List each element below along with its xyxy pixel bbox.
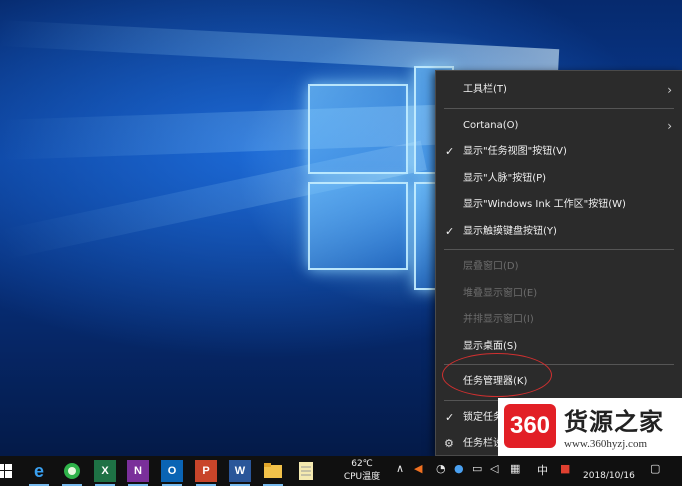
outlook-icon[interactable]: O — [161, 460, 183, 486]
windows-logo — [300, 62, 454, 292]
notification-icon[interactable]: ▢ — [650, 462, 660, 475]
powerpoint-icon[interactable]: P — [195, 460, 217, 486]
cpu-temp-value: 62℃ — [351, 459, 373, 469]
gear-icon: ⚙ — [444, 437, 454, 450]
cpu-temp-label: CPU温度 — [343, 472, 381, 482]
check-icon: ✓ — [445, 145, 455, 158]
menu-item-cortana[interactable]: Cortana(O) › — [436, 113, 682, 140]
word-icon[interactable]: W — [229, 460, 251, 486]
menu-item-cascade-windows: 层叠窗口(D) — [463, 261, 519, 272]
cpu-temperature[interactable]: 62℃ CPU温度 — [336, 458, 388, 484]
watermark-brand: 货源之家 — [564, 408, 664, 436]
menu-item-show-touch-keyboard[interactable]: ✓ 显示触摸键盘按钮(Y) — [436, 219, 682, 246]
chevron-up-icon[interactable]: ∧ — [396, 462, 404, 475]
taskbar: e X N O P W 62℃ CPU温度 ∧ ◀ ◔ ● ▭ ◁ ▦ 中 ■ … — [0, 456, 682, 486]
flag-icon[interactable]: ◀ — [414, 462, 422, 475]
logo-pane — [308, 182, 408, 270]
menu-item-show-windows-ink[interactable]: 显示"Windows Ink 工作区"按钮(W) — [436, 192, 682, 219]
check-icon: ✓ — [445, 410, 455, 424]
chevron-right-icon: › — [667, 118, 672, 133]
watermark-url: www.360hyzj.com — [564, 438, 647, 450]
light-ray — [0, 20, 560, 76]
logo-pane — [308, 84, 408, 174]
clock-date[interactable]: 2018/10/16 — [583, 471, 635, 481]
watermark-badge: 360 — [504, 404, 556, 448]
menu-item-stack-windows: 堆叠显示窗口(E) — [463, 287, 538, 299]
excel-icon[interactable]: X — [94, 460, 116, 486]
browser-360-icon[interactable] — [61, 460, 83, 486]
watermark-logo: 360 货源之家 www.360hyzj.com — [498, 398, 682, 456]
ime-indicator[interactable]: 中 — [537, 462, 548, 478]
highlight-circle — [442, 353, 552, 397]
volume-icon[interactable]: ◁ — [490, 462, 498, 475]
menu-item-side-by-side: 并排显示窗口(I) — [463, 314, 534, 325]
chevron-right-icon: › — [667, 83, 672, 97]
check-icon: ✓ — [445, 224, 455, 238]
edge-icon[interactable]: e — [28, 460, 50, 486]
security-icon[interactable]: ● — [454, 462, 464, 475]
onenote-icon[interactable]: N — [127, 460, 149, 486]
menu-separator — [444, 107, 674, 109]
app-tray-icon[interactable]: ■ — [560, 462, 570, 475]
network-icon[interactable]: ◔ — [436, 462, 446, 475]
windows-start-icon[interactable] — [0, 460, 16, 482]
menu-item-show-people[interactable]: 显示"人脉"按钮(P) — [436, 166, 682, 193]
file-explorer-icon[interactable] — [262, 460, 284, 486]
menu-item-toolbars[interactable]: 工具栏(T) › — [436, 77, 682, 104]
menu-separator — [444, 249, 674, 250]
notepad-icon[interactable] — [295, 460, 317, 482]
battery-icon[interactable]: ▭ — [472, 462, 482, 475]
menu-item-show-task-view[interactable]: ✓ 显示"任务视图"按钮(V) — [436, 139, 682, 166]
keyboard-icon[interactable]: ▦ — [510, 462, 520, 475]
